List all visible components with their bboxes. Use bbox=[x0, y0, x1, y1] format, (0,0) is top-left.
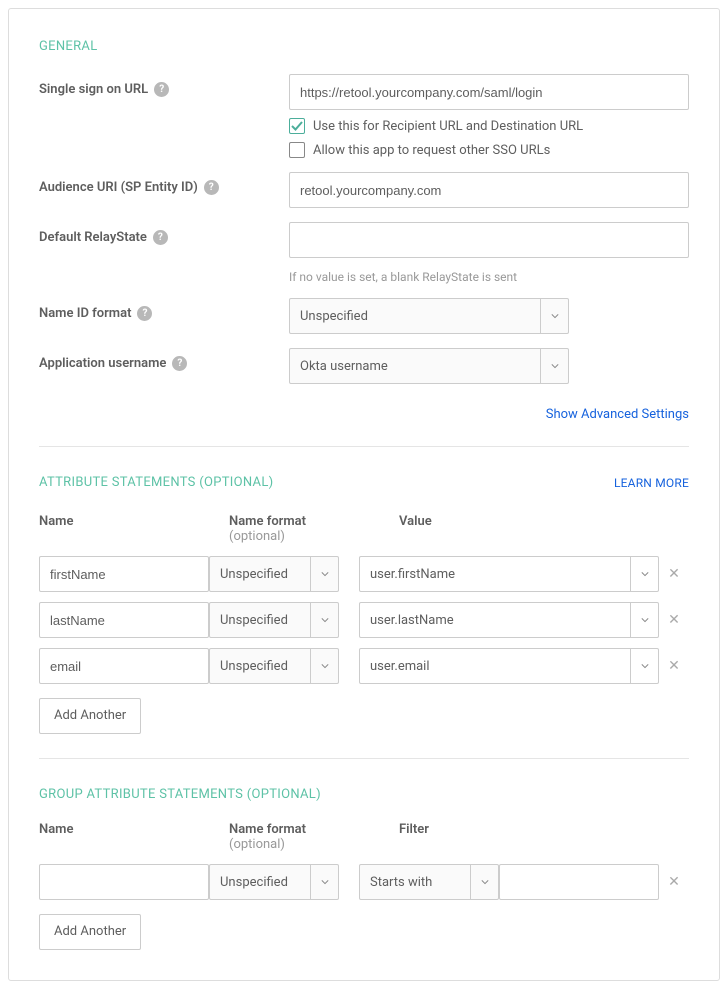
add-group-button[interactable]: Add Another bbox=[39, 914, 141, 950]
chevron-down-icon bbox=[310, 557, 338, 591]
sso-url-label-text: Single sign on URL bbox=[39, 82, 148, 97]
name-id-format-select[interactable]: Unspecified bbox=[289, 298, 569, 334]
group-filter-select[interactable]: Starts with bbox=[359, 864, 499, 900]
attr-value-value: user.firstName bbox=[370, 567, 455, 582]
chevron-down-icon bbox=[310, 603, 338, 637]
remove-attribute-button[interactable]: ✕ bbox=[659, 612, 689, 628]
help-icon[interactable]: ? bbox=[172, 356, 187, 371]
audience-uri-label: Audience URI (SP Entity ID) ? bbox=[39, 172, 289, 195]
use-recipient-label: Use this for Recipient URL and Destinati… bbox=[313, 119, 583, 134]
remove-group-button[interactable]: ✕ bbox=[659, 874, 689, 890]
group-attribute-row: Unspecified Starts with ✕ bbox=[39, 864, 689, 900]
chevron-down-icon bbox=[310, 865, 338, 899]
allow-request-label: Allow this app to request other SSO URLs bbox=[313, 143, 550, 158]
divider bbox=[39, 446, 689, 447]
chevron-down-icon bbox=[630, 649, 658, 683]
attr-header-name: Name bbox=[39, 514, 209, 544]
attribute-row: Unspecified user.lastName ✕ bbox=[39, 602, 689, 638]
chevron-down-icon bbox=[540, 349, 568, 383]
group-header-format-text: Name format bbox=[229, 822, 306, 837]
divider bbox=[39, 758, 689, 759]
attr-format-value: Unspecified bbox=[220, 659, 288, 674]
chevron-down-icon bbox=[310, 649, 338, 683]
audience-uri-label-text: Audience URI (SP Entity ID) bbox=[39, 180, 198, 195]
chevron-down-icon bbox=[630, 557, 658, 591]
attr-name-input[interactable] bbox=[39, 602, 209, 638]
chevron-down-icon bbox=[470, 865, 498, 899]
relaystate-input[interactable] bbox=[289, 222, 689, 258]
attribute-row: Unspecified user.email ✕ bbox=[39, 648, 689, 684]
saml-settings-panel: GENERAL Single sign on URL ? Use this fo… bbox=[8, 8, 720, 981]
group-name-input[interactable] bbox=[39, 864, 209, 900]
attr-value-select[interactable]: user.firstName bbox=[359, 556, 659, 592]
attr-header-format: Name format (optional) bbox=[229, 514, 359, 544]
help-icon[interactable]: ? bbox=[204, 180, 219, 195]
attr-name-input[interactable] bbox=[39, 648, 209, 684]
app-username-label: Application username ? bbox=[39, 348, 289, 371]
group-format-select[interactable]: Unspecified bbox=[209, 864, 339, 900]
remove-attribute-button[interactable]: ✕ bbox=[659, 658, 689, 674]
help-icon[interactable]: ? bbox=[154, 82, 169, 97]
group-header-format: Name format (optional) bbox=[229, 822, 359, 852]
attr-format-select[interactable]: Unspecified bbox=[209, 556, 339, 592]
name-id-format-label-text: Name ID format bbox=[39, 306, 131, 321]
group-header-filter: Filter bbox=[379, 822, 679, 852]
group-attributes-section-title: GROUP ATTRIBUTE STATEMENTS (OPTIONAL) bbox=[39, 787, 689, 802]
group-header-name: Name bbox=[39, 822, 209, 852]
sso-url-input[interactable] bbox=[289, 74, 689, 110]
help-icon[interactable]: ? bbox=[153, 230, 168, 245]
attr-value-select[interactable]: user.email bbox=[359, 648, 659, 684]
sso-url-label: Single sign on URL ? bbox=[39, 74, 289, 97]
attr-format-select[interactable]: Unspecified bbox=[209, 648, 339, 684]
attribute-row: Unspecified user.firstName ✕ bbox=[39, 556, 689, 592]
allow-request-checkbox-row[interactable]: Allow this app to request other SSO URLs bbox=[289, 142, 689, 158]
general-section-title: GENERAL bbox=[39, 39, 689, 54]
attr-format-value: Unspecified bbox=[220, 613, 288, 628]
relaystate-label-text: Default RelayState bbox=[39, 230, 147, 245]
attr-header-format-text: Name format bbox=[229, 514, 306, 529]
name-id-format-value: Unspecified bbox=[300, 309, 368, 324]
attr-name-input[interactable] bbox=[39, 556, 209, 592]
attr-value-select[interactable]: user.lastName bbox=[359, 602, 659, 638]
chevron-down-icon bbox=[540, 299, 568, 333]
relaystate-label: Default RelayState ? bbox=[39, 222, 289, 245]
checkbox-icon[interactable] bbox=[289, 142, 305, 158]
relaystate-hint: If no value is set, a blank RelayState i… bbox=[289, 270, 689, 284]
learn-more-link[interactable]: LEARN MORE bbox=[614, 476, 689, 490]
group-filter-input[interactable] bbox=[499, 864, 659, 900]
group-header-optional: (optional) bbox=[229, 837, 285, 852]
attr-format-value: Unspecified bbox=[220, 567, 288, 582]
add-attribute-button[interactable]: Add Another bbox=[39, 698, 141, 734]
help-icon[interactable]: ? bbox=[137, 306, 152, 321]
remove-attribute-button[interactable]: ✕ bbox=[659, 566, 689, 582]
attr-value-value: user.email bbox=[370, 659, 430, 674]
attributes-section-title: ATTRIBUTE STATEMENTS (OPTIONAL) bbox=[39, 475, 273, 490]
checkbox-icon[interactable] bbox=[289, 118, 305, 134]
app-username-label-text: Application username bbox=[39, 356, 166, 371]
app-username-select[interactable]: Okta username bbox=[289, 348, 569, 384]
use-recipient-checkbox-row[interactable]: Use this for Recipient URL and Destinati… bbox=[289, 118, 689, 134]
name-id-format-label: Name ID format ? bbox=[39, 298, 289, 321]
chevron-down-icon bbox=[630, 603, 658, 637]
group-format-value: Unspecified bbox=[220, 875, 288, 890]
attr-header-optional: (optional) bbox=[229, 529, 285, 544]
app-username-value: Okta username bbox=[300, 359, 388, 374]
attr-value-value: user.lastName bbox=[370, 613, 454, 628]
show-advanced-link[interactable]: Show Advanced Settings bbox=[546, 407, 689, 422]
group-filter-value: Starts with bbox=[370, 875, 432, 890]
attr-header-value: Value bbox=[379, 514, 679, 544]
attr-format-select[interactable]: Unspecified bbox=[209, 602, 339, 638]
audience-uri-input[interactable] bbox=[289, 172, 689, 208]
